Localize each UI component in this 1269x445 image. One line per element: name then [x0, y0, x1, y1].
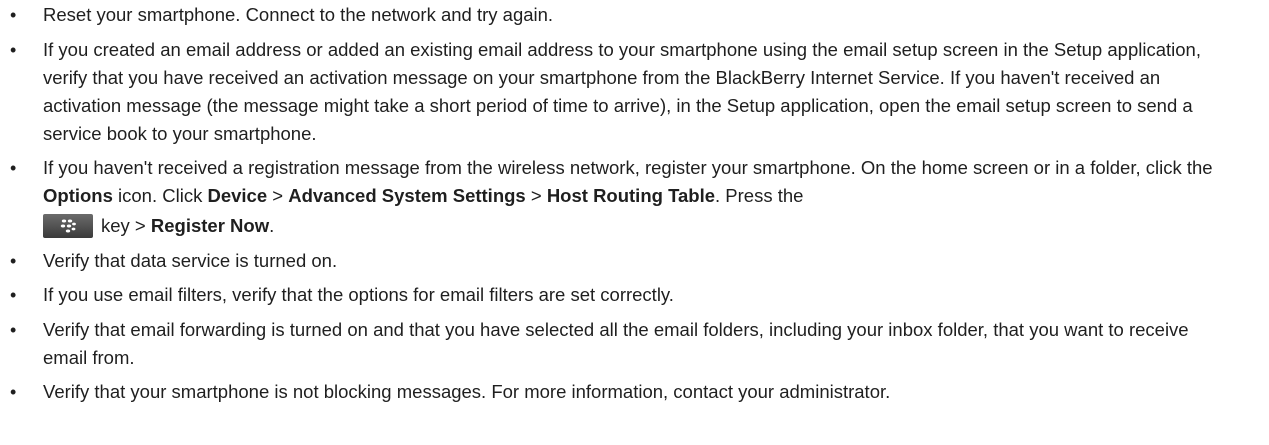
item-text: Verify that data service is turned on.: [43, 249, 338, 271]
register-now-label: Register Now: [150, 215, 270, 236]
list-item: • If you created an email address or add…: [4, 36, 1209, 148]
blackberry-menu-key-icon: [43, 214, 93, 238]
bullet: •: [10, 5, 17, 25]
bullet: •: [10, 39, 17, 60]
host-routing-table-label: Host Routing Table: [546, 185, 716, 206]
separator: >: [267, 185, 289, 206]
list-item: • Reset your smartphone. Connect to the …: [4, 1, 1083, 29]
device-label: Device: [207, 185, 268, 206]
item-text: Verify that email forwarding is turned o…: [43, 318, 1189, 368]
item-text: If you use email filters, verify that th…: [43, 284, 674, 305]
bullet: •: [10, 285, 17, 305]
troubleshooting-list: • Reset your smartphone. Connect to the …: [4, 1, 1253, 406]
list-item: • If you haven't received a registration…: [4, 154, 1253, 240]
item-text: Reset your smartphone. Connect to the ne…: [43, 4, 554, 25]
options-label: Options: [43, 185, 113, 206]
item-text: Verify that your smartphone is not block…: [43, 381, 891, 402]
separator: >: [525, 185, 547, 206]
list-item: • If you use email filters, verify that …: [4, 281, 1253, 309]
bullet: •: [10, 250, 17, 271]
item-text-part: key >: [101, 215, 151, 236]
troubleshooting-document: • Reset your smartphone. Connect to the …: [0, 0, 1269, 406]
bullet: •: [10, 382, 17, 402]
bullet: •: [10, 158, 17, 178]
list-item: • Verify that your smartphone is not blo…: [4, 378, 1253, 406]
list-item: • Verify that data service is turned on.: [4, 247, 1253, 275]
item-text: If you created an email address or added…: [43, 38, 1201, 144]
bullet: •: [10, 319, 17, 340]
item-text-part: icon. Click: [112, 185, 208, 206]
item-text-part: .: [269, 215, 275, 236]
item-text-part: If you haven't received a registration m…: [43, 157, 1213, 178]
item-text-part: . Press the: [715, 185, 804, 206]
list-item: • Verify that email forwarding is turned…: [4, 316, 1203, 372]
advanced-system-settings-label: Advanced System Settings: [288, 185, 526, 206]
